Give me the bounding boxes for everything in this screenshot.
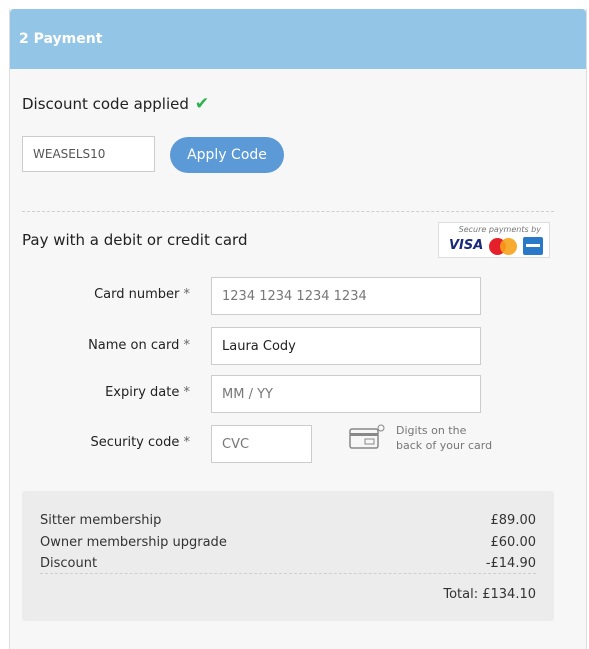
- security-code-hint: Digits on the back of your card: [396, 424, 493, 452]
- summary-divider: [40, 573, 536, 574]
- name-on-card-input[interactable]: [211, 327, 481, 365]
- summary-row: Owner membership upgrade £60.00: [40, 535, 536, 550]
- card-back-icon: [349, 424, 385, 449]
- name-on-card-label: Name on card *: [88, 338, 190, 353]
- card-number-label: Card number *: [94, 287, 190, 302]
- security-code-input[interactable]: [211, 425, 312, 463]
- card-number-input[interactable]: [211, 277, 481, 315]
- panel-title: 2 Payment: [19, 31, 103, 47]
- secure-payments-badge: Secure payments by VISA: [438, 222, 550, 258]
- mastercard-icon: [489, 238, 517, 255]
- secure-payments-caption: Secure payments by: [458, 225, 541, 234]
- discount-code-input[interactable]: [22, 136, 155, 172]
- panel-header: 2 Payment: [10, 9, 586, 69]
- visa-logo: VISA: [449, 238, 484, 253]
- expiry-date-label: Expiry date *: [105, 385, 190, 400]
- apply-code-button[interactable]: Apply Code: [170, 137, 284, 173]
- discount-status: Discount code applied ✔: [22, 94, 209, 114]
- summary-row: Discount -£14.90: [40, 556, 536, 571]
- section-divider: [22, 211, 554, 212]
- order-summary: Sitter membership £89.00 Owner membership…: [22, 491, 554, 621]
- summary-row: Sitter membership £89.00: [40, 513, 536, 528]
- checkmark-icon: ✔: [194, 94, 210, 114]
- discount-status-label: Discount code applied: [22, 95, 189, 113]
- card-section-title: Pay with a debit or credit card: [22, 231, 248, 249]
- order-total: Total: £134.10: [443, 587, 536, 602]
- amex-icon: [523, 237, 543, 255]
- expiry-date-input[interactable]: [211, 375, 481, 413]
- security-code-label: Security code *: [90, 435, 190, 450]
